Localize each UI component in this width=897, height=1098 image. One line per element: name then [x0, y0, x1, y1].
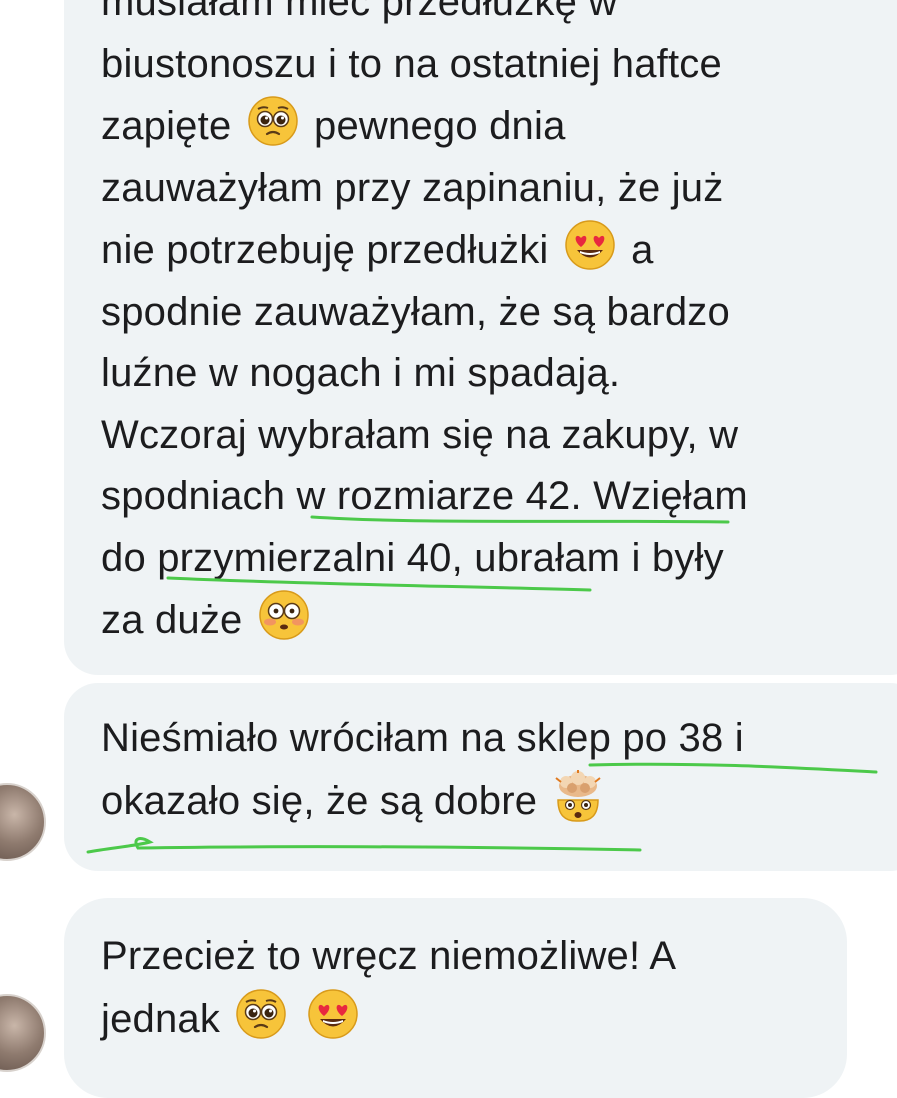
pleading-face-emoji: [247, 95, 299, 147]
message-line-text: spodniach w rozmiarze 42. Wzięłam: [101, 474, 748, 518]
message-line: musiałam mieć przedłużkę w: [101, 0, 877, 34]
message-line: Wczoraj wybrałam się na zakupy, w: [101, 405, 877, 467]
message-line: luźne w nogach i mi spadają.: [101, 343, 877, 405]
message-text: Nieśmiało wróciłam na sklep po 38 i okaza…: [101, 708, 877, 832]
message-line-text: [291, 997, 302, 1041]
message-line-text: Przecież to wręcz niemożliwe! A: [101, 934, 677, 978]
message-text: Przecież to wręcz niemożliwe! A jednak: [101, 926, 877, 1050]
message-line-text: do przymierzalni 40, ubrałam i były: [101, 535, 724, 580]
sender-avatar[interactable]: [0, 994, 46, 1072]
message-line: spodnie zauważyłam, że są bardzo: [101, 282, 877, 344]
message-line-text: spodnie zauważyłam, że są bardzo: [101, 289, 730, 334]
message-line-text: jednak: [101, 996, 232, 1041]
message-line-text: luźne w nogach i mi spadają.: [101, 351, 621, 395]
message-line-text: biustonoszu i to na ostatniej haftce: [101, 41, 722, 86]
message-line: biustonoszu i to na ostatniej haftce: [101, 34, 877, 96]
message-line-text: pewnego dnia: [302, 104, 566, 148]
message-line-text: musiałam mieć przedłużkę w: [101, 0, 618, 24]
message-line-text: nie potrzebuję przedłużki: [101, 228, 560, 272]
message-line: nie potrzebuję przedłużki a: [101, 219, 877, 282]
heart-eyes-emoji: [564, 219, 616, 271]
exploding-head-emoji: [552, 769, 604, 822]
heart-eyes-emoji: [307, 988, 359, 1040]
message-line: spodniach w rozmiarze 42. Wzięłam: [101, 466, 877, 528]
message-text: musiałam mieć przedłużkę w biustonoszu i …: [101, 0, 877, 652]
message-line: Nieśmiało wróciłam na sklep po 38 i: [101, 708, 877, 770]
pleading-face-emoji: [235, 988, 287, 1040]
message-line-text: zapięte: [101, 104, 243, 148]
message-line-text: zauważyłam przy zapinaniu, że już: [101, 165, 724, 210]
message-line: zauważyłam przy zapinaniu, że już: [101, 158, 877, 220]
sender-avatar[interactable]: [0, 783, 46, 861]
message-line: okazało się, że są dobre: [101, 769, 877, 833]
flushed-face-emoji: [258, 589, 310, 641]
message-line: za duże: [101, 589, 877, 652]
message-line: jednak: [101, 988, 877, 1051]
message-line: do przymierzalni 40, ubrałam i były: [101, 528, 877, 590]
message-line: zapięte pewnego dnia: [101, 95, 877, 158]
message-line-text: okazało się, że są dobre: [101, 778, 549, 823]
message-line-text: a: [619, 228, 654, 272]
message-line-text: Wczoraj wybrałam się na zakupy, w: [101, 412, 739, 457]
message-line-text: za duże: [101, 598, 254, 642]
message-line-text: Nieśmiało wróciłam na sklep po 38 i: [101, 716, 744, 760]
message-line: Przecież to wręcz niemożliwe! A: [101, 926, 877, 988]
